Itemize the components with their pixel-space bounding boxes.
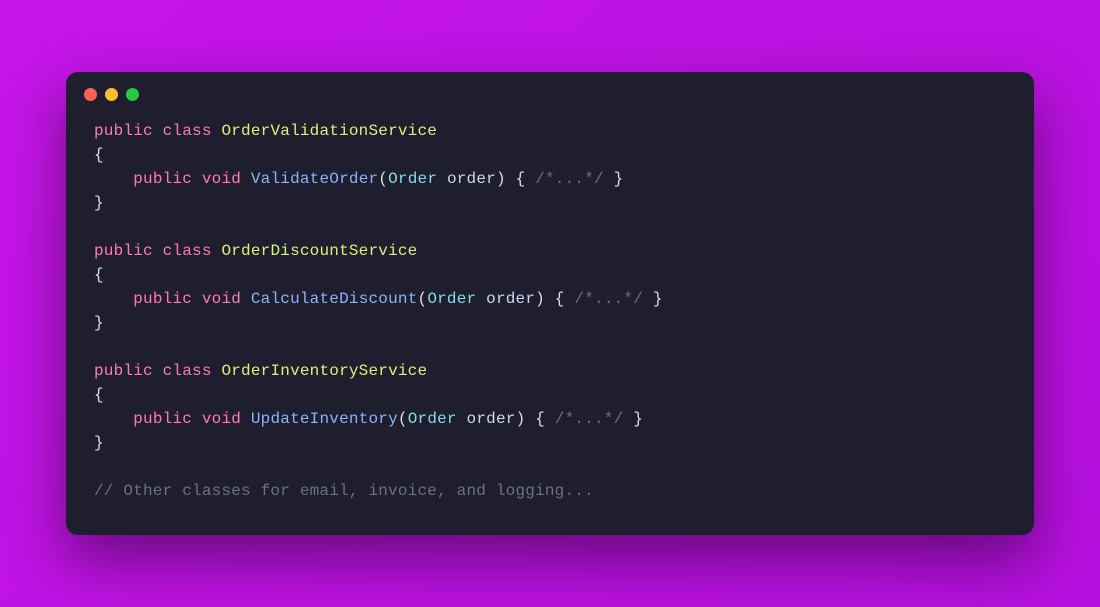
code-line — [94, 215, 1006, 239]
code-line: // Other classes for email, invoice, and… — [94, 479, 1006, 503]
trailing-comment: // Other classes for email, invoice, and… — [94, 482, 594, 500]
titlebar — [66, 72, 1034, 109]
code-line: public void CalculateDiscount(Order orde… — [94, 287, 1006, 311]
code-line: } — [94, 191, 1006, 215]
code-window: public class OrderValidationService{ pub… — [66, 72, 1034, 535]
code-line: } — [94, 311, 1006, 335]
code-line: } — [94, 431, 1006, 455]
code-line: public class OrderInventoryService — [94, 359, 1006, 383]
code-content: public class OrderValidationService{ pub… — [66, 109, 1034, 535]
code-line: public class OrderDiscountService — [94, 239, 1006, 263]
code-line: public class OrderValidationService — [94, 119, 1006, 143]
code-line: { — [94, 383, 1006, 407]
minimize-icon[interactable] — [105, 88, 118, 101]
code-line: public void UpdateInventory(Order order)… — [94, 407, 1006, 431]
maximize-icon[interactable] — [126, 88, 139, 101]
close-icon[interactable] — [84, 88, 97, 101]
code-line — [94, 455, 1006, 479]
code-line: public void ValidateOrder(Order order) {… — [94, 167, 1006, 191]
code-line: { — [94, 263, 1006, 287]
code-line — [94, 335, 1006, 359]
code-line: { — [94, 143, 1006, 167]
